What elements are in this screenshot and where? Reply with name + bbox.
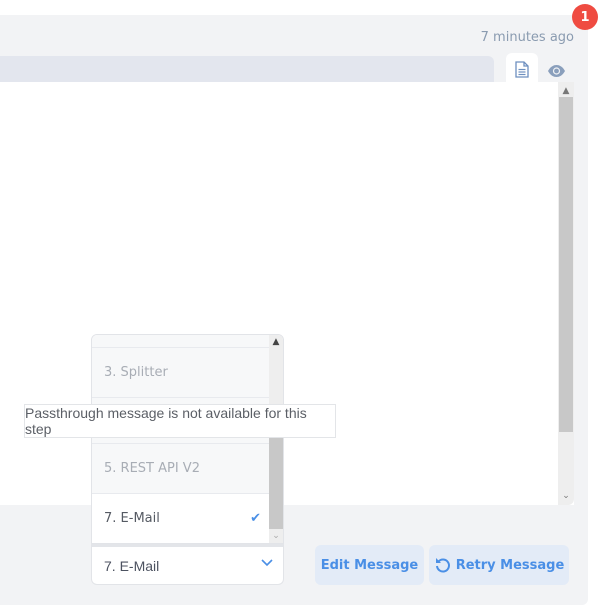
tooltip: Passthrough message is not available for… bbox=[24, 404, 336, 438]
eye-icon bbox=[547, 65, 565, 77]
scroll-up-icon[interactable]: ▲ bbox=[558, 84, 574, 98]
dropdown-scrollbar[interactable]: ▲ ⌄ bbox=[269, 335, 283, 543]
scrollbar-thumb[interactable] bbox=[559, 97, 573, 432]
notification-badge[interactable]: 1 bbox=[572, 4, 598, 30]
scroll-down-icon[interactable]: ⌄ bbox=[558, 489, 574, 503]
retry-message-button[interactable]: Retry Message bbox=[429, 545, 569, 585]
dropdown-item bbox=[92, 335, 269, 347]
content-scrollbar[interactable]: ▲ ⌄ bbox=[558, 82, 574, 505]
step-select[interactable]: 7. E-Mail bbox=[91, 544, 284, 585]
chevron-down-icon[interactable]: ⌄ bbox=[269, 531, 283, 541]
retry-icon bbox=[435, 558, 450, 573]
step-select-value: 7. E-Mail bbox=[104, 557, 160, 574]
chevron-down-icon bbox=[261, 559, 273, 567]
timestamp: 7 minutes ago bbox=[480, 30, 574, 45]
document-icon bbox=[515, 61, 529, 78]
step-dropdown-list[interactable]: 3. Splitter 5. REST API V2 7. E-Mail ✔ ▲… bbox=[91, 334, 284, 544]
check-icon: ✔ bbox=[250, 511, 261, 526]
dropdown-item-splitter: 3. Splitter bbox=[92, 347, 269, 397]
message-content-area bbox=[0, 82, 574, 505]
dropdown-item-email[interactable]: 7. E-Mail ✔ bbox=[92, 493, 269, 543]
chevron-up-icon[interactable]: ▲ bbox=[269, 337, 283, 347]
edit-message-button[interactable]: Edit Message bbox=[315, 545, 424, 585]
dropdown-item-rest-api: 5. REST API V2 bbox=[92, 443, 269, 493]
